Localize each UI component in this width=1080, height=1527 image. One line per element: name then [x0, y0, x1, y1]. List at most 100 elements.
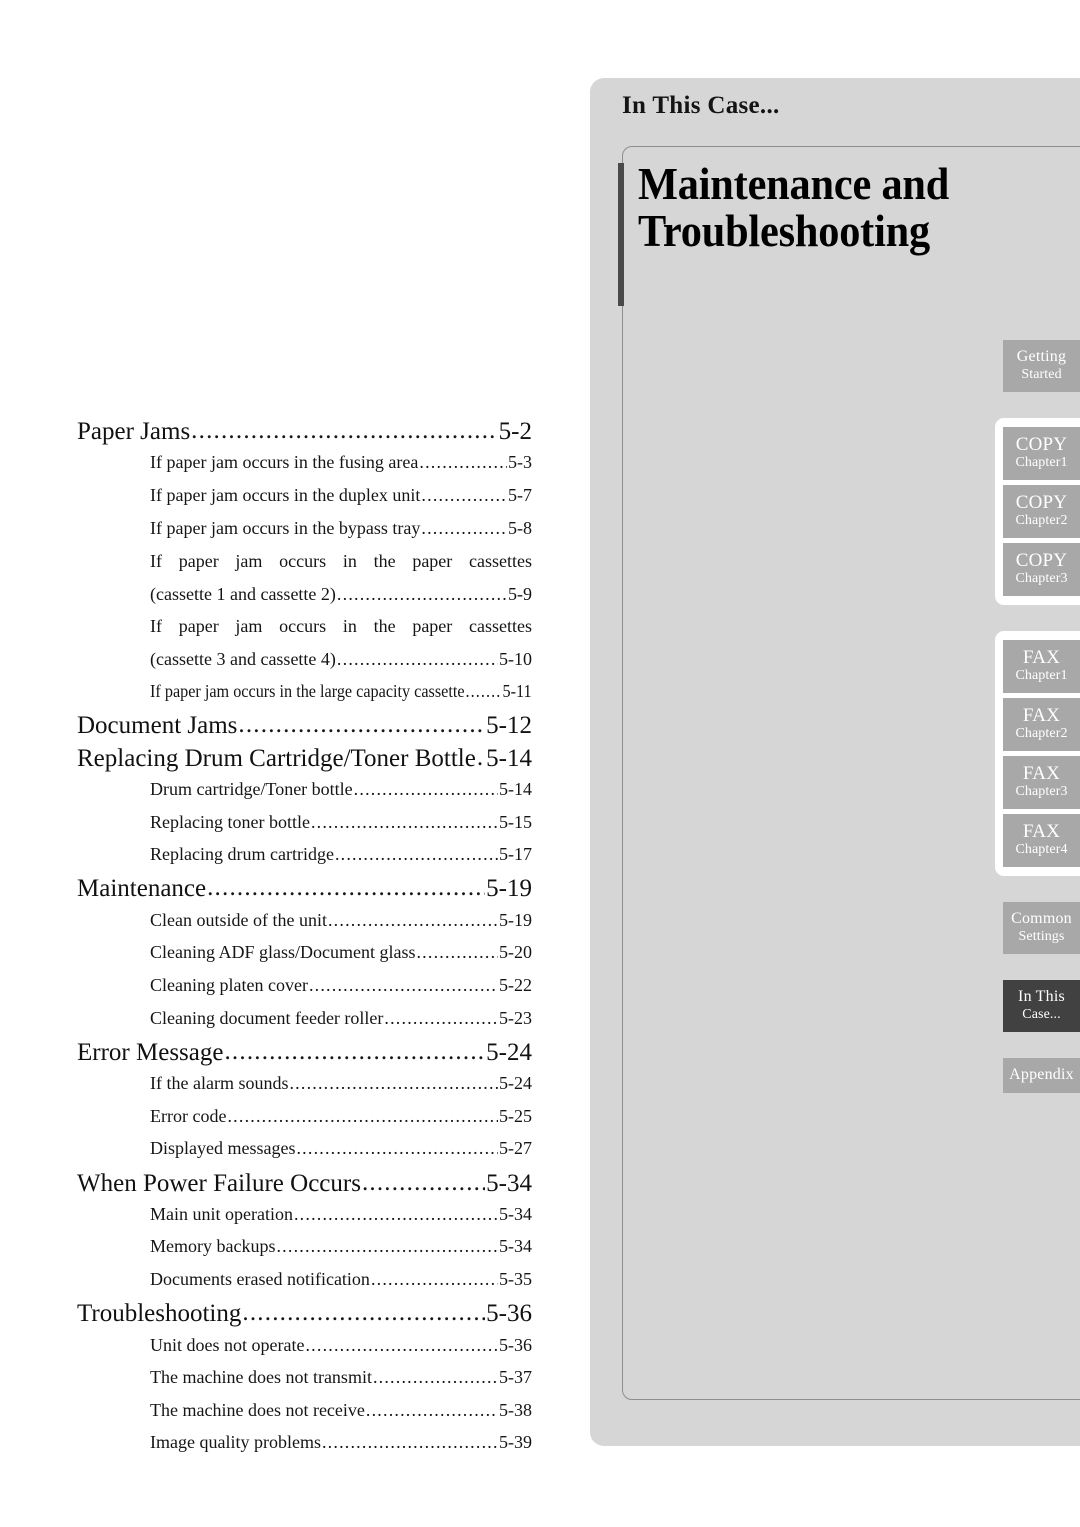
- toc-section-entry[interactable]: Error Message...........................…: [77, 1039, 532, 1067]
- toc-page-number: 5-27: [499, 1138, 532, 1158]
- toc-entry-label: Cleaning platen cover: [150, 975, 308, 995]
- toc-page-number: 5-35: [499, 1269, 532, 1289]
- toc-sub-entry[interactable]: Documents erased notification...........…: [150, 1269, 532, 1290]
- toc-sub-entry[interactable]: Replacing toner bottle..................…: [150, 812, 532, 833]
- toc-leader-dots: ........................................…: [416, 942, 498, 962]
- tab-copy-chapter1[interactable]: COPY Chapter1: [1003, 427, 1080, 481]
- toc-section-entry[interactable]: Paper Jams..............................…: [77, 418, 532, 446]
- toc-sub-entry[interactable]: If the alarm sounds.....................…: [150, 1073, 532, 1094]
- toc-sub-entry[interactable]: Displayed messages......................…: [150, 1138, 532, 1159]
- toc-section-entry[interactable]: Document Jams...........................…: [77, 712, 532, 740]
- toc-page-number: 5-7: [508, 485, 532, 505]
- toc-leader-dots: ........................................…: [289, 1073, 498, 1093]
- title-accent-bar: [618, 163, 624, 306]
- toc-page-number: 5-34: [499, 1204, 532, 1224]
- toc-leader-dots: ........................................…: [419, 452, 507, 472]
- toc-section-entry[interactable]: When Power Failure Occurs...............…: [77, 1170, 532, 1198]
- toc-page-number: 5-8: [508, 518, 532, 538]
- toc-sub-entry[interactable]: If paper jam occurs in the bypass tray..…: [150, 518, 532, 539]
- toc-page-number: 5-14: [499, 779, 532, 799]
- tab-fax-chapter3[interactable]: FAX Chapter3: [1003, 756, 1080, 810]
- toc-sub-entry[interactable]: If paper jam occurs in the paper cassett…: [150, 551, 532, 572]
- tab-sub-label: Chapter4: [1015, 842, 1068, 858]
- toc-entry-label: If paper jam occurs in the paper cassett…: [150, 616, 532, 636]
- toc-page-number: 5-24: [499, 1073, 532, 1093]
- toc-page-number: 5-11: [502, 681, 532, 701]
- toc-leader-dots: ........................................…: [372, 1367, 498, 1387]
- table-of-contents: Paper Jams..............................…: [0, 0, 560, 1527]
- toc-sub-entry[interactable]: (cassette 3 and cassette 4).............…: [150, 649, 532, 670]
- toc-section-entry[interactable]: Maintenance.............................…: [77, 875, 532, 903]
- tab-sub-label: Chapter2: [1015, 513, 1068, 529]
- toc-leader-dots: ........................................…: [310, 812, 498, 832]
- tab-fax-chapter4[interactable]: FAX Chapter4: [1003, 814, 1080, 868]
- tab-appendix[interactable]: Appendix: [1003, 1058, 1080, 1093]
- toc-leader-dots: ........................................…: [334, 844, 498, 864]
- tab-fax-chapter1[interactable]: FAX Chapter1: [1003, 640, 1080, 694]
- toc-sub-entry[interactable]: Drum cartridge/Toner bottle.............…: [150, 779, 532, 800]
- tab-main-label: FAX: [1022, 821, 1061, 843]
- toc-sub-entry[interactable]: The machine does not receive............…: [150, 1400, 532, 1421]
- toc-sub-entry[interactable]: If paper jam occurs in the fusing area..…: [150, 452, 532, 473]
- toc-sub-entry[interactable]: Unit does not operate...................…: [150, 1335, 532, 1356]
- toc-leader-dots: ........................................…: [421, 485, 507, 505]
- toc-section-entry[interactable]: Troubleshooting.........................…: [77, 1300, 532, 1328]
- toc-sub-entry[interactable]: Memory backups..........................…: [150, 1236, 532, 1257]
- tab-copy-chapter2[interactable]: COPY Chapter2: [1003, 485, 1080, 539]
- tab-sub-label: Chapter1: [1015, 668, 1068, 684]
- toc-section-entry[interactable]: Replacing Drum Cartridge/Toner Bottle...…: [77, 745, 532, 773]
- toc-sub-entry[interactable]: If paper jam occurs in the duplex unit..…: [150, 485, 532, 506]
- toc-entry-label: Image quality problems: [150, 1432, 321, 1452]
- tab-sub-label: Started: [1021, 367, 1062, 382]
- tab-main-label: Appendix: [1009, 1066, 1074, 1083]
- toc-leader-dots: ........................................…: [308, 975, 498, 995]
- toc-sub-entry[interactable]: Image quality problems..................…: [150, 1432, 532, 1453]
- toc-page-number: 5-19: [486, 875, 532, 902]
- tab-in-this-case[interactable]: In This Case...: [1003, 980, 1080, 1032]
- toc-page-number: 5-17: [499, 844, 532, 864]
- toc-page-number: 5-12: [486, 712, 532, 739]
- toc-entry-label: Documents erased notification: [150, 1269, 370, 1289]
- tab-main-label: FAX: [1022, 647, 1061, 668]
- chapter-title-line-2: Troubleshooting: [638, 205, 930, 257]
- toc-leader-dots: ........................................…: [276, 1236, 498, 1256]
- toc-page-number: 5-37: [499, 1367, 532, 1387]
- tab-sub-label: Settings: [1018, 929, 1065, 944]
- toc-entry-label: (cassette 1 and cassette 2): [150, 584, 336, 604]
- toc-entry-label: Cleaning document feeder roller: [150, 1008, 384, 1028]
- chapter-tab-rail: Getting Started COPY Chapter1 COPY Chapter2 CO…: [995, 340, 1080, 1300]
- toc-sub-entry[interactable]: Cleaning platen cover...................…: [150, 975, 532, 996]
- toc-page-number: 5-24: [486, 1039, 532, 1066]
- tab-getting-started[interactable]: Getting Started: [1003, 340, 1080, 392]
- tab-main-label: FAX: [1022, 763, 1061, 785]
- toc-page-number: 5-34: [486, 1170, 532, 1197]
- toc-sub-entry[interactable]: If paper jam occurs in the large capacit…: [150, 681, 532, 702]
- toc-sub-entry[interactable]: Cleaning document feeder roller.........…: [150, 1008, 532, 1029]
- tab-main-label: COPY: [1015, 434, 1068, 455]
- toc-sub-entry[interactable]: If paper jam occurs in the paper cassett…: [150, 616, 532, 637]
- toc-sub-entry[interactable]: (cassette 1 and cassette 2).............…: [150, 584, 532, 605]
- tab-sub-label: Chapter2: [1015, 726, 1068, 742]
- toc-sub-entry[interactable]: Cleaning ADF glass/Document glass.......…: [150, 942, 532, 963]
- toc-leader-dots: ........................................…: [327, 910, 498, 930]
- tab-main-label: COPY: [1015, 492, 1068, 514]
- toc-sub-entry[interactable]: Replacing drum cartridge................…: [150, 844, 532, 865]
- toc-sub-entry[interactable]: Main unit operation.....................…: [150, 1204, 532, 1225]
- toc-entry-label: If the alarm sounds: [150, 1073, 289, 1093]
- toc-entry-label: Replacing drum cartridge: [150, 844, 334, 864]
- tab-copy-chapter3[interactable]: COPY Chapter3: [1003, 543, 1080, 597]
- tab-main-label: Common: [1011, 910, 1072, 927]
- toc-entry-label: The machine does not receive: [150, 1400, 365, 1420]
- tab-group: FAX Chapter1 FAX Chapter2 FAX Chapter3 FAX Chap…: [995, 631, 1080, 877]
- tab-common-settings[interactable]: Common Settings: [1003, 902, 1080, 954]
- chapter-title: Maintenance and Troubleshooting: [638, 160, 1006, 255]
- tab-group: In This Case...: [995, 980, 1080, 1032]
- toc-sub-entry[interactable]: Error code..............................…: [150, 1106, 532, 1127]
- toc-page-number: 5-36: [499, 1335, 532, 1355]
- tab-fax-chapter2[interactable]: FAX Chapter2: [1003, 698, 1080, 752]
- toc-sub-entry[interactable]: Clean outside of the unit...............…: [150, 910, 532, 931]
- toc-sub-entry[interactable]: The machine does not transmit...........…: [150, 1367, 532, 1388]
- toc-page-number: 5-9: [508, 584, 532, 604]
- toc-page-number: 5-36: [486, 1300, 532, 1327]
- toc-entry-label: Memory backups: [150, 1236, 276, 1256]
